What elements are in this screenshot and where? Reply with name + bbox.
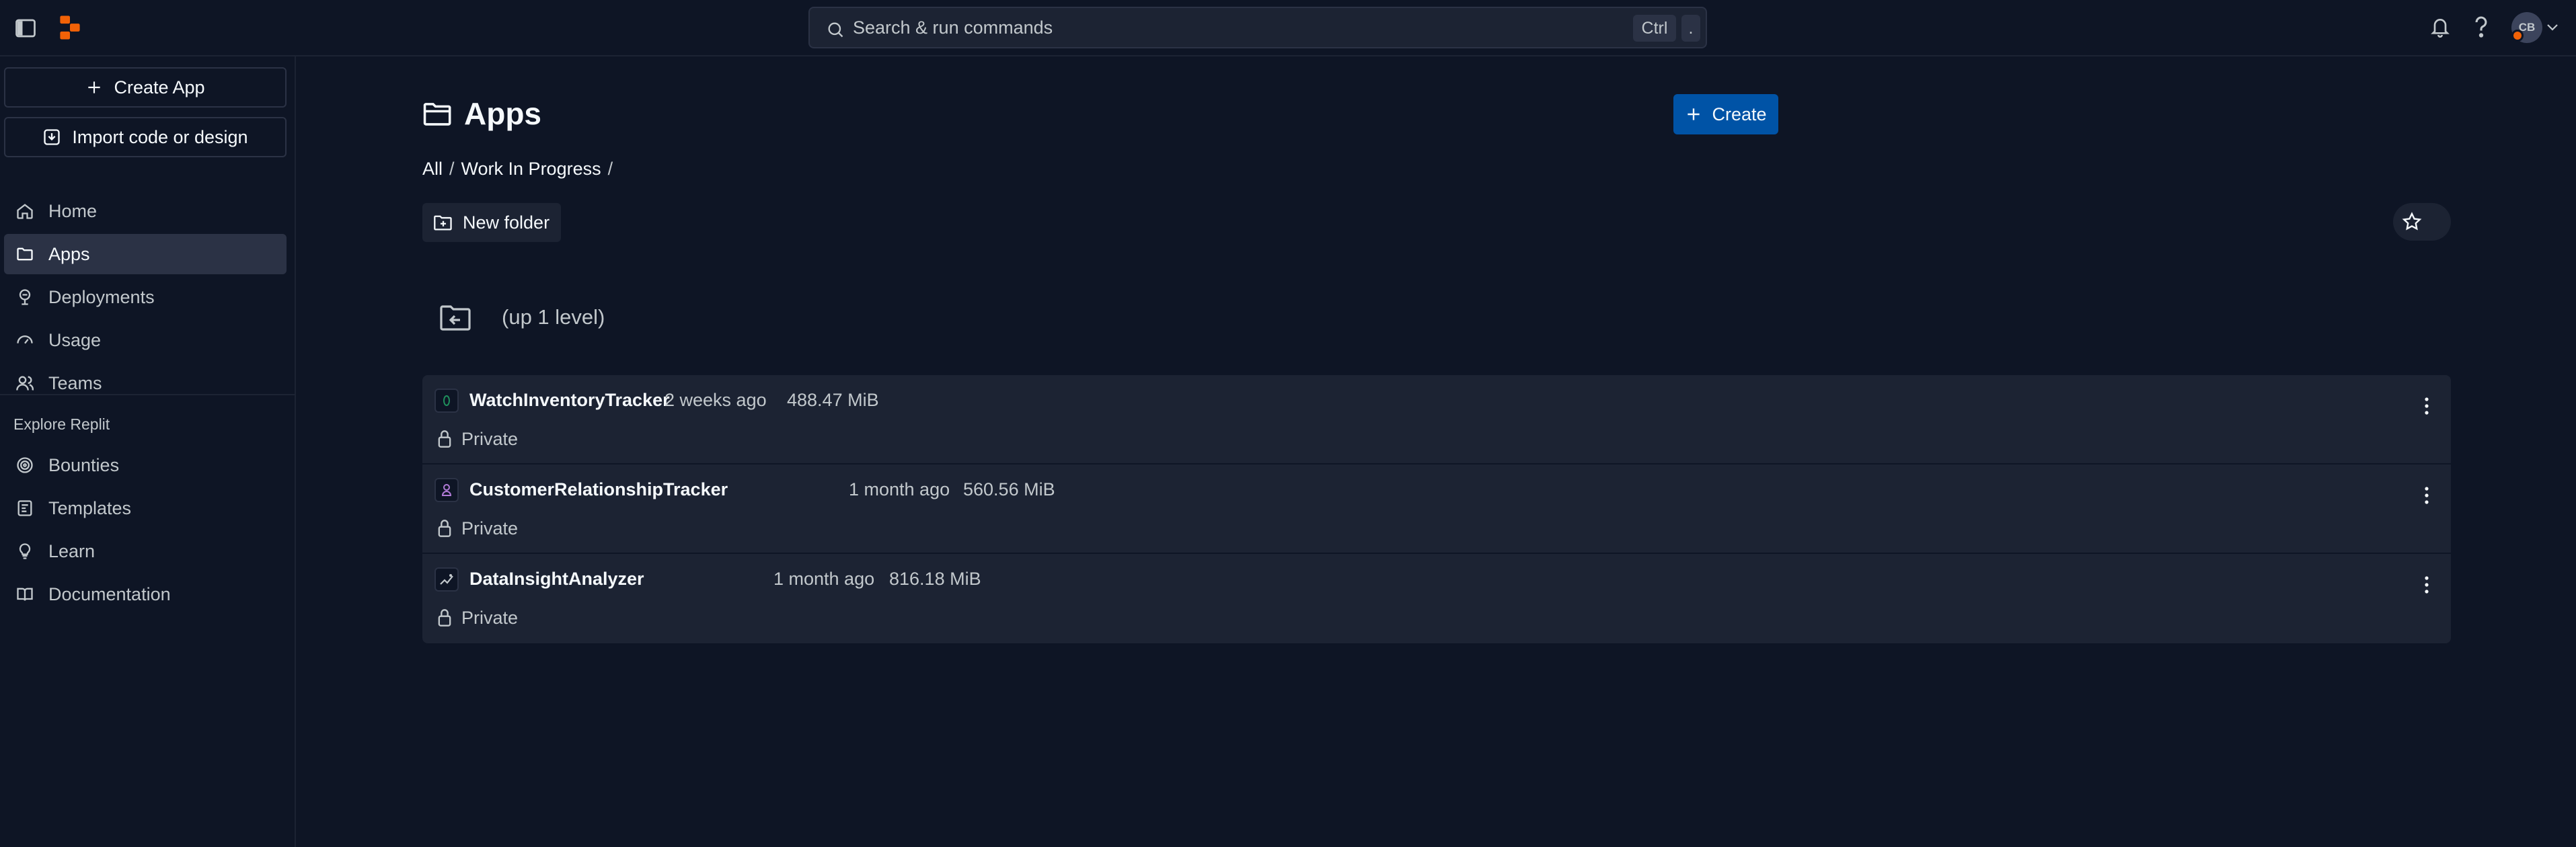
- sidebar-item-teams[interactable]: Teams: [4, 363, 287, 403]
- page-title: Apps: [464, 96, 541, 131]
- page-header: Apps: [422, 95, 541, 132]
- sidebar-item-label: Documentation: [48, 583, 171, 604]
- folder-plus-icon: [433, 213, 453, 232]
- folder-icon: [422, 99, 453, 128]
- app-row[interactable]: WatchInventoryTracker 2 weeks ago 488.47…: [422, 375, 2451, 465]
- command-search-bar[interactable]: Search & run commands Ctrl .: [808, 7, 1707, 48]
- users-icon: [15, 373, 35, 393]
- favorites-toggle[interactable]: [2393, 203, 2451, 241]
- up-level-label: (up 1 level): [502, 305, 605, 329]
- app-row[interactable]: DataInsightAnalyzer 1 month ago 816.18 M…: [422, 554, 2451, 643]
- book-icon: [15, 584, 35, 604]
- chevron-down-icon[interactable]: [2545, 22, 2560, 34]
- app-name[interactable]: DataInsightAnalyzer: [469, 569, 644, 590]
- more-options-icon[interactable]: [2415, 390, 2439, 422]
- breadcrumb-all[interactable]: All: [422, 159, 443, 179]
- sidebar-item-label: Bounties: [48, 454, 120, 475]
- app-icon: [434, 389, 459, 413]
- lock-icon: [436, 429, 453, 449]
- more-options-icon[interactable]: [2415, 479, 2439, 512]
- plus-icon: [85, 79, 103, 96]
- import-label: Import code or design: [72, 126, 248, 147]
- folder-icon: [15, 244, 35, 264]
- sidebar-item-label: Usage: [48, 329, 102, 350]
- sidebar-item-documentation[interactable]: Documentation: [4, 574, 287, 614]
- sidebar-item-templates[interactable]: Templates: [4, 488, 287, 528]
- breadcrumb-separator: /: [607, 159, 613, 179]
- app-privacy: Private: [461, 518, 519, 538]
- lock-icon: [436, 518, 453, 538]
- replit-logo-icon[interactable]: [58, 15, 82, 40]
- sidebar-item-label: Apps: [48, 243, 90, 264]
- create-app-button[interactable]: Create App: [4, 67, 287, 108]
- more-options-icon[interactable]: [2415, 569, 2439, 601]
- app-icon: [434, 567, 459, 592]
- shortcut-ctrl-key: Ctrl: [1633, 15, 1676, 42]
- app-size: 816.18 MiB: [889, 569, 981, 589]
- sidebar-item-usage[interactable]: Usage: [4, 320, 287, 360]
- breadcrumb-separator: /: [449, 159, 455, 179]
- breadcrumb-work-in-progress[interactable]: Work In Progress: [461, 159, 601, 179]
- lock-icon: [436, 608, 453, 628]
- sidebar-item-deployments[interactable]: Deployments: [4, 277, 287, 317]
- help-icon[interactable]: [2468, 13, 2494, 40]
- create-app-label: Create App: [114, 77, 205, 97]
- explore-section-label: Explore Replit: [13, 415, 110, 433]
- app-row[interactable]: CustomerRelationshipTracker 1 month ago …: [422, 465, 2451, 554]
- app-updated: 2 weeks ago: [665, 390, 767, 410]
- app-privacy: Private: [461, 429, 519, 449]
- app-privacy: Private: [461, 608, 519, 628]
- import-icon: [42, 128, 61, 147]
- app-updated: 1 month ago: [773, 569, 875, 589]
- sidebar: Create App Import code or design Home Ap…: [0, 56, 296, 847]
- gauge-icon: [15, 330, 35, 350]
- app-icon: [434, 478, 459, 502]
- main-content: Apps Create All / Work In Progress / New…: [297, 56, 2576, 847]
- create-button-label: Create: [1712, 104, 1767, 124]
- sidebar-item-label: Teams: [48, 372, 102, 393]
- app-updated: 1 month ago: [849, 479, 950, 499]
- sidebar-item-learn[interactable]: Learn: [4, 531, 287, 571]
- app-name[interactable]: CustomerRelationshipTracker: [469, 479, 728, 500]
- home-icon: [15, 201, 35, 221]
- sidebar-item-home[interactable]: Home: [4, 191, 287, 231]
- breadcrumb: All / Work In Progress /: [422, 159, 613, 179]
- sidebar-item-label: Learn: [48, 540, 96, 561]
- sidebar-item-label: Templates: [48, 497, 132, 518]
- app-size: 560.56 MiB: [963, 479, 1055, 499]
- app-size: 488.47 MiB: [787, 390, 879, 410]
- notifications-bell-icon[interactable]: [2428, 13, 2452, 40]
- new-folder-label: New folder: [463, 212, 550, 233]
- templates-icon: [15, 498, 35, 518]
- sidebar-item-apps[interactable]: Apps: [4, 234, 287, 274]
- sidebar-divider: [0, 394, 296, 395]
- avatar-status-badge: [2511, 30, 2524, 42]
- bounties-icon: [15, 455, 35, 475]
- sidebar-item-label: Home: [48, 200, 98, 221]
- app-list: WatchInventoryTracker 2 weeks ago 488.47…: [422, 375, 2451, 643]
- sidebar-item-bounties[interactable]: Bounties: [4, 445, 287, 485]
- shortcut-period-key: .: [1681, 15, 1700, 42]
- plus-icon: [1685, 106, 1702, 123]
- folder-up-icon: [422, 284, 490, 351]
- import-code-button[interactable]: Import code or design: [4, 117, 287, 157]
- sidebar-toggle-icon[interactable]: [13, 16, 38, 40]
- sidebar-item-label: Deployments: [48, 286, 155, 307]
- star-icon: [2401, 211, 2423, 233]
- deployments-icon: [15, 287, 35, 307]
- create-button[interactable]: Create: [1673, 94, 1778, 134]
- lightbulb-icon: [15, 541, 35, 561]
- app-name[interactable]: WatchInventoryTracker: [469, 390, 670, 411]
- search-icon: [826, 20, 845, 39]
- up-one-level[interactable]: (up 1 level): [422, 277, 605, 358]
- top-bar: Search & run commands Ctrl . CB: [0, 0, 2576, 56]
- search-placeholder: Search & run commands: [853, 17, 1053, 38]
- new-folder-button[interactable]: New folder: [422, 203, 561, 242]
